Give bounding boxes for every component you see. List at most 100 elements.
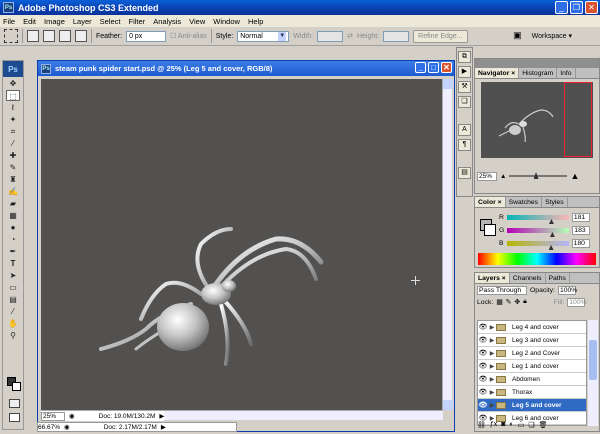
- actions-panel-icon[interactable]: ▶: [458, 66, 471, 78]
- add-to-selection-icon[interactable]: [43, 30, 55, 42]
- status-icon[interactable]: ◉: [64, 423, 70, 431]
- history-brush-tool-icon[interactable]: ✍: [6, 186, 20, 197]
- layer-row[interactable]: 👁︎ ▶ Leg 2 and Cover: [478, 347, 586, 360]
- photoshop-logo-icon[interactable]: Ps: [3, 61, 23, 77]
- document-titlebar[interactable]: Ps steam punk spider start.psd @ 25% (Le…: [38, 61, 454, 76]
- eyedropper-tool-icon[interactable]: ⁄: [6, 138, 20, 149]
- scroll-thumb[interactable]: [589, 340, 597, 380]
- doc-minimize-button[interactable]: _: [415, 62, 426, 73]
- scroll-down-arrow-icon[interactable]: [443, 400, 453, 410]
- layer-comps-panel-icon[interactable]: ❏: [458, 96, 471, 108]
- width-input[interactable]: [317, 30, 344, 42]
- brush-tool-icon[interactable]: ✎: [6, 162, 20, 173]
- history-panel-icon[interactable]: ⧉: [458, 51, 471, 63]
- menu-help[interactable]: Help: [248, 17, 263, 26]
- new-layer-icon[interactable]: ❏: [528, 421, 534, 430]
- second-zoom-field[interactable]: 66.67%: [38, 424, 60, 431]
- lock-paint-icon[interactable]: ✎: [506, 298, 512, 306]
- workspace-button[interactable]: Workspace ▾: [532, 32, 572, 40]
- channel-slider[interactable]: [506, 241, 569, 250]
- workspace-icon[interactable]: ▣: [513, 30, 522, 41]
- tab-channels[interactable]: Channels: [510, 273, 546, 283]
- expand-triangle-icon[interactable]: ▶: [488, 350, 496, 357]
- vertical-scrollbar[interactable]: [442, 79, 453, 410]
- image-canvas[interactable]: [41, 79, 443, 410]
- pen-tool-icon[interactable]: ✒: [6, 246, 20, 257]
- screen-mode-icon[interactable]: [9, 413, 20, 422]
- minimize-button[interactable]: _: [555, 1, 568, 14]
- navigator-zoom-field[interactable]: 25%: [477, 171, 497, 181]
- expand-triangle-icon[interactable]: ▶: [488, 389, 496, 396]
- new-selection-icon[interactable]: [27, 30, 39, 42]
- menu-filter[interactable]: Filter: [129, 17, 146, 26]
- tab-layers[interactable]: Layers ×: [475, 273, 510, 283]
- channel-value-field[interactable]: 180: [571, 239, 590, 248]
- menu-select[interactable]: Select: [100, 17, 121, 26]
- lock-transparency-icon[interactable]: ▦: [496, 298, 502, 306]
- swap-icon[interactable]: ⇄: [347, 32, 353, 40]
- layer-row[interactable]: 👁︎ ▶ Abdomen: [478, 373, 586, 386]
- color-spectrum-bar[interactable]: [478, 253, 596, 265]
- intersect-selection-icon[interactable]: [75, 30, 87, 42]
- menu-view[interactable]: View: [189, 17, 205, 26]
- tool-presets-panel-icon[interactable]: ⚒: [458, 81, 471, 93]
- menu-file[interactable]: File: [3, 17, 15, 26]
- panel-header[interactable]: [475, 59, 599, 68]
- expand-triangle-icon[interactable]: ▶: [488, 376, 496, 383]
- notes-tool-icon[interactable]: ▤: [6, 294, 20, 305]
- dodge-tool-icon[interactable]: ◔: [6, 234, 20, 245]
- layer-row[interactable]: 👁︎ ▶ Leg 3 and cover: [478, 334, 586, 347]
- refine-edge-button[interactable]: Refine Edge...: [413, 29, 468, 43]
- tab-navigator[interactable]: Navigator ×: [475, 68, 520, 78]
- layer-row[interactable]: 👁︎ ▶ Leg 5 and cover: [478, 399, 586, 412]
- channel-slider[interactable]: [506, 215, 569, 224]
- layer-mask-icon[interactable]: ◙: [501, 421, 505, 430]
- rectangular-marquee-preset-icon[interactable]: [4, 29, 18, 43]
- layers-scrollbar[interactable]: [588, 320, 598, 426]
- character-panel-icon[interactable]: A: [458, 124, 471, 136]
- slider-knob[interactable]: [533, 172, 539, 179]
- adjustment-layer-icon[interactable]: ◐: [510, 421, 514, 430]
- channel-slider[interactable]: [507, 228, 570, 237]
- marquee-tool-icon[interactable]: ⬚: [6, 90, 20, 101]
- zoom-out-icon[interactable]: ▲: [500, 173, 506, 180]
- zoom-tool-icon[interactable]: ⚲: [6, 330, 20, 341]
- navigator-zoom-slider[interactable]: [509, 172, 568, 179]
- shape-tool-icon[interactable]: ▭: [6, 282, 20, 293]
- delete-layer-icon[interactable]: 🗑︎: [539, 421, 548, 430]
- status-menu-arrow-icon[interactable]: ▶: [161, 423, 166, 431]
- healing-brush-tool-icon[interactable]: ✚: [6, 150, 20, 161]
- height-input[interactable]: [383, 30, 410, 42]
- blend-mode-dropdown[interactable]: Pass Through: [477, 285, 527, 295]
- navigator-thumbnail[interactable]: [481, 82, 593, 158]
- blur-tool-icon[interactable]: ●: [6, 222, 20, 233]
- menu-edit[interactable]: Edit: [23, 17, 36, 26]
- status-icon[interactable]: ◉: [69, 412, 75, 420]
- expand-triangle-icon[interactable]: ▶: [488, 402, 496, 409]
- feather-input[interactable]: 0 px: [126, 30, 167, 42]
- layer-style-icon[interactable]: ƒx: [490, 421, 497, 430]
- layer-row[interactable]: 👁︎ ▶ Leg 4 and cover: [478, 321, 586, 334]
- subtract-selection-icon[interactable]: [59, 30, 71, 42]
- doc-close-button[interactable]: ✕: [441, 62, 452, 73]
- visibility-eye-icon[interactable]: 👁︎: [478, 388, 488, 396]
- tab-info[interactable]: Info: [557, 68, 576, 78]
- close-button[interactable]: ✕: [585, 1, 598, 14]
- link-layers-icon[interactable]: ⛓: [477, 421, 486, 430]
- tab-styles[interactable]: Styles: [542, 197, 568, 207]
- doc-maximize-button[interactable]: □: [428, 62, 439, 73]
- restore-button[interactable]: ❐: [570, 1, 583, 14]
- menu-layer[interactable]: Layer: [73, 17, 92, 26]
- visibility-eye-icon[interactable]: 👁︎: [478, 336, 488, 344]
- layer-row[interactable]: 👁︎ ▶ Thorax: [478, 386, 586, 399]
- visibility-eye-icon[interactable]: 👁︎: [478, 349, 488, 357]
- clone-source-panel-icon[interactable]: ▤: [458, 167, 471, 179]
- tab-paths[interactable]: Paths: [546, 273, 570, 283]
- tab-histogram[interactable]: Histogram: [519, 68, 558, 78]
- move-tool-icon[interactable]: ✥: [6, 78, 20, 89]
- layer-row[interactable]: 👁︎ ▶ Leg 1 and cover: [478, 360, 586, 373]
- menu-window[interactable]: Window: [213, 17, 240, 26]
- zoom-level-field[interactable]: 25%: [41, 411, 65, 421]
- eraser-tool-icon[interactable]: ▰: [6, 198, 20, 209]
- antialias-checkbox[interactable]: ☐ Anti-alias: [170, 32, 207, 40]
